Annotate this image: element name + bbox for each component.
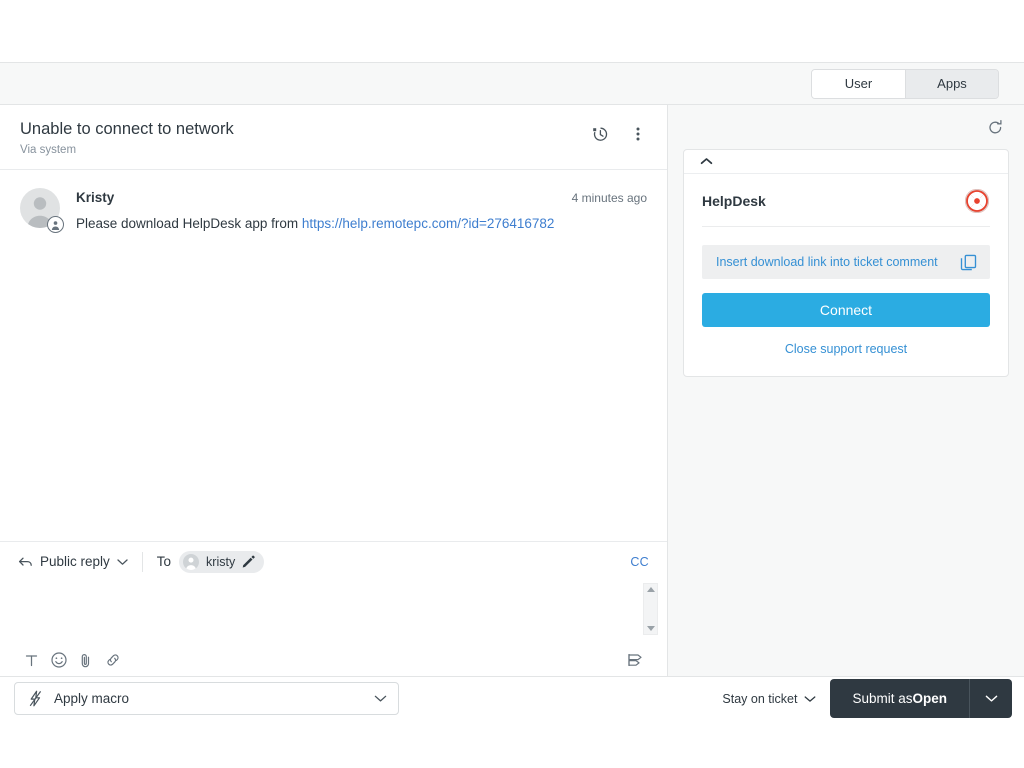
app-card-body: HelpDesk Insert download link into ticke…	[684, 174, 1008, 376]
message-body: Kristy 4 minutes ago Please download Hel…	[76, 188, 647, 234]
emoji-icon[interactable]	[45, 647, 72, 674]
chevron-down-icon	[985, 695, 997, 702]
ticket-source: Via system	[20, 144, 77, 156]
page-title: Unable to connect to network	[20, 120, 234, 138]
message-author: Kristy	[76, 190, 115, 205]
tab-apps[interactable]: Apps	[905, 69, 998, 98]
app-header-bar: User Apps	[0, 62, 1024, 105]
history-clock-icon[interactable]	[589, 123, 611, 145]
composer-body[interactable]	[0, 581, 667, 643]
tab-user-label: User	[844, 76, 873, 91]
divider	[141, 551, 143, 572]
download-link[interactable]: https://help.remotepc.com/?id=276416782	[302, 216, 555, 231]
ticket-footer: Apply macro Stay on ticket Submit as Ope…	[0, 676, 1024, 720]
recipient-pill[interactable]: kristy	[179, 550, 265, 573]
tab-apps-label: Apps	[937, 76, 967, 91]
submit-button-group: Submit as Open	[830, 679, 1012, 718]
submit-status-label: Open	[912, 691, 947, 706]
end-user-badge-icon	[47, 216, 64, 233]
composer-scrollbar[interactable]	[643, 583, 658, 635]
scroll-down-arrow-icon[interactable]	[646, 626, 655, 631]
app-root: User Apps Unable to connect to network V…	[0, 0, 1024, 768]
close-support-request-button[interactable]: Close support request	[702, 342, 990, 356]
message-timestamp: 4 minutes ago	[571, 191, 647, 205]
chevron-down-icon	[374, 694, 387, 703]
panel-tab-group: User Apps	[811, 68, 999, 99]
reply-arrow-icon	[18, 555, 33, 569]
chevron-up-icon	[700, 157, 713, 166]
submit-button[interactable]: Submit as Open	[830, 679, 969, 718]
ticket-header-actions	[589, 119, 649, 145]
link-icon[interactable]	[99, 647, 126, 674]
scroll-up-arrow-icon[interactable]	[646, 587, 655, 592]
main-content: Unable to connect to network Via system	[0, 105, 1024, 676]
text-format-icon[interactable]	[18, 647, 45, 674]
helpdesk-app-card: HelpDesk Insert download link into ticke…	[683, 149, 1009, 377]
chevron-down-icon	[804, 695, 816, 703]
connect-button-label: Connect	[819, 302, 873, 318]
more-vertical-icon[interactable]	[627, 123, 649, 145]
reply-type-selector[interactable]: Public reply	[18, 554, 128, 569]
bottom-blank-area	[0, 720, 1024, 768]
avatar	[20, 188, 64, 233]
insert-download-link-button[interactable]: Insert download link into ticket comment	[702, 245, 990, 279]
apply-macro-label: Apply macro	[54, 691, 130, 706]
insert-download-link-label: Insert download link into ticket comment	[716, 255, 938, 269]
app-title-row: HelpDesk	[702, 188, 990, 227]
ticket-pane: Unable to connect to network Via system	[0, 105, 668, 676]
recipient-avatar-icon	[183, 553, 200, 570]
copy-icon[interactable]	[959, 253, 978, 272]
reply-type-label: Public reply	[40, 554, 110, 569]
app-collapse-toggle[interactable]	[684, 150, 1008, 174]
message-text-plain: Please download HelpDesk app from	[76, 216, 302, 231]
composer-header: Public reply To kristy CC	[0, 542, 667, 581]
refresh-icon[interactable]	[984, 116, 1006, 138]
lightning-bolt-icon	[28, 690, 43, 707]
stay-on-ticket-select[interactable]: Stay on ticket	[722, 692, 816, 706]
conversation-list: Kristy 4 minutes ago Please download Hel…	[0, 170, 667, 541]
top-blank-area	[0, 0, 1024, 62]
recipient-name: kristy	[206, 554, 236, 569]
pencil-icon[interactable]	[242, 555, 255, 568]
submit-prefix-label: Submit as	[852, 691, 913, 706]
composer-toolbar	[0, 643, 667, 677]
apps-pane: HelpDesk Insert download link into ticke…	[668, 105, 1024, 676]
tab-user[interactable]: User	[812, 69, 905, 98]
connect-button[interactable]: Connect	[702, 293, 990, 327]
chevron-down-icon	[117, 558, 128, 566]
reply-composer: Public reply To kristy CC	[0, 541, 667, 676]
apps-pane-header	[668, 105, 1024, 149]
lifebuoy-icon	[964, 188, 990, 214]
apply-macro-select[interactable]: Apply macro	[14, 682, 399, 715]
close-support-request-label: Close support request	[784, 342, 908, 356]
cc-button[interactable]: CC	[630, 555, 649, 569]
markdown-icon[interactable]	[622, 647, 649, 674]
attachment-icon[interactable]	[72, 647, 99, 674]
list-item: Kristy 4 minutes ago Please download Hel…	[20, 188, 647, 234]
ticket-header: Unable to connect to network Via system	[0, 105, 667, 170]
message-meta: Kristy 4 minutes ago	[76, 190, 647, 205]
submit-options-button[interactable]	[969, 679, 1012, 718]
app-name: HelpDesk	[702, 193, 766, 209]
message-text: Please download HelpDesk app from https:…	[76, 214, 647, 234]
ticket-header-text: Unable to connect to network Via system	[20, 119, 589, 156]
to-label: To	[156, 554, 172, 569]
stay-on-ticket-label: Stay on ticket	[722, 691, 798, 706]
